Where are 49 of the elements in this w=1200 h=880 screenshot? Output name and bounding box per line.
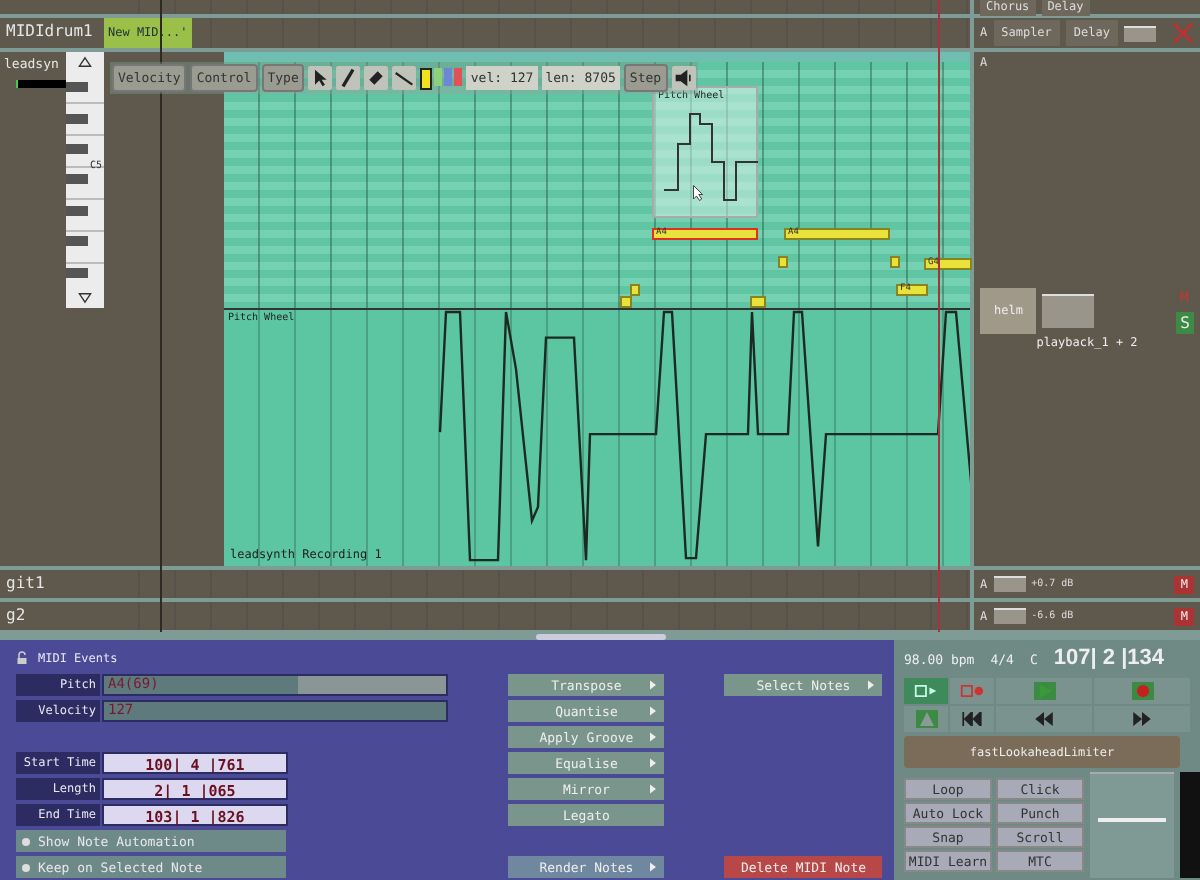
go-to-start-button[interactable] bbox=[950, 706, 994, 732]
stop-record-icon bbox=[960, 684, 984, 698]
speaker-icon[interactable] bbox=[671, 66, 696, 90]
skip-back-icon bbox=[960, 712, 984, 726]
scrollbar-thumb[interactable] bbox=[535, 634, 665, 640]
pointer-icon[interactable] bbox=[308, 66, 333, 90]
play-icon bbox=[1033, 682, 1055, 700]
mouse-pointer-icon bbox=[692, 184, 704, 202]
submenu-arrow-icon bbox=[650, 732, 657, 742]
fader-knob[interactable] bbox=[1123, 25, 1156, 41]
scroll-down-icon[interactable] bbox=[78, 292, 92, 304]
color-swatch[interactable] bbox=[434, 67, 443, 85]
lock-icon[interactable] bbox=[16, 650, 28, 666]
submenu-arrow-icon bbox=[650, 784, 657, 794]
fast-forward-icon bbox=[1130, 712, 1154, 726]
line-icon[interactable] bbox=[392, 66, 417, 90]
rewind-icon bbox=[1032, 712, 1056, 726]
track-name: git1 bbox=[6, 574, 45, 592]
midi-note[interactable] bbox=[890, 256, 900, 268]
rewind-button[interactable] bbox=[996, 706, 1092, 732]
fast-forward-button[interactable] bbox=[1094, 706, 1190, 732]
midi-note[interactable] bbox=[750, 296, 766, 308]
submenu-arrow-icon bbox=[650, 706, 657, 716]
level-meter bbox=[16, 80, 66, 88]
fader-knob[interactable] bbox=[993, 576, 1026, 592]
solo-button[interactable]: S bbox=[1176, 312, 1194, 334]
cross-icon bbox=[1172, 22, 1194, 44]
color-swatch[interactable] bbox=[420, 67, 433, 89]
midi-input-icon bbox=[914, 684, 938, 698]
midi-note[interactable] bbox=[778, 256, 788, 268]
color-swatch[interactable] bbox=[454, 67, 463, 85]
submenu-arrow-icon bbox=[868, 680, 875, 690]
level-meter bbox=[1180, 772, 1200, 878]
midi-input-button[interactable] bbox=[904, 678, 948, 704]
color-swatch[interactable] bbox=[444, 67, 453, 85]
pencil-icon[interactable] bbox=[336, 66, 361, 90]
fader-knob[interactable] bbox=[1042, 294, 1095, 328]
scroll-up-icon[interactable] bbox=[78, 56, 92, 68]
submenu-arrow-icon bbox=[650, 758, 657, 768]
position-counter: 107| 2 |134 bbox=[1053, 646, 1164, 670]
record-icon bbox=[1131, 682, 1153, 700]
track-name: MIDIdrum1 bbox=[6, 22, 93, 40]
submenu-arrow-icon bbox=[650, 862, 657, 872]
warning-icon bbox=[915, 710, 937, 728]
master-fader[interactable] bbox=[1090, 772, 1174, 878]
fader-knob[interactable] bbox=[993, 608, 1026, 624]
eraser-icon[interactable] bbox=[364, 66, 389, 90]
track-name: g2 bbox=[6, 606, 26, 624]
submenu-arrow-icon bbox=[650, 680, 657, 690]
